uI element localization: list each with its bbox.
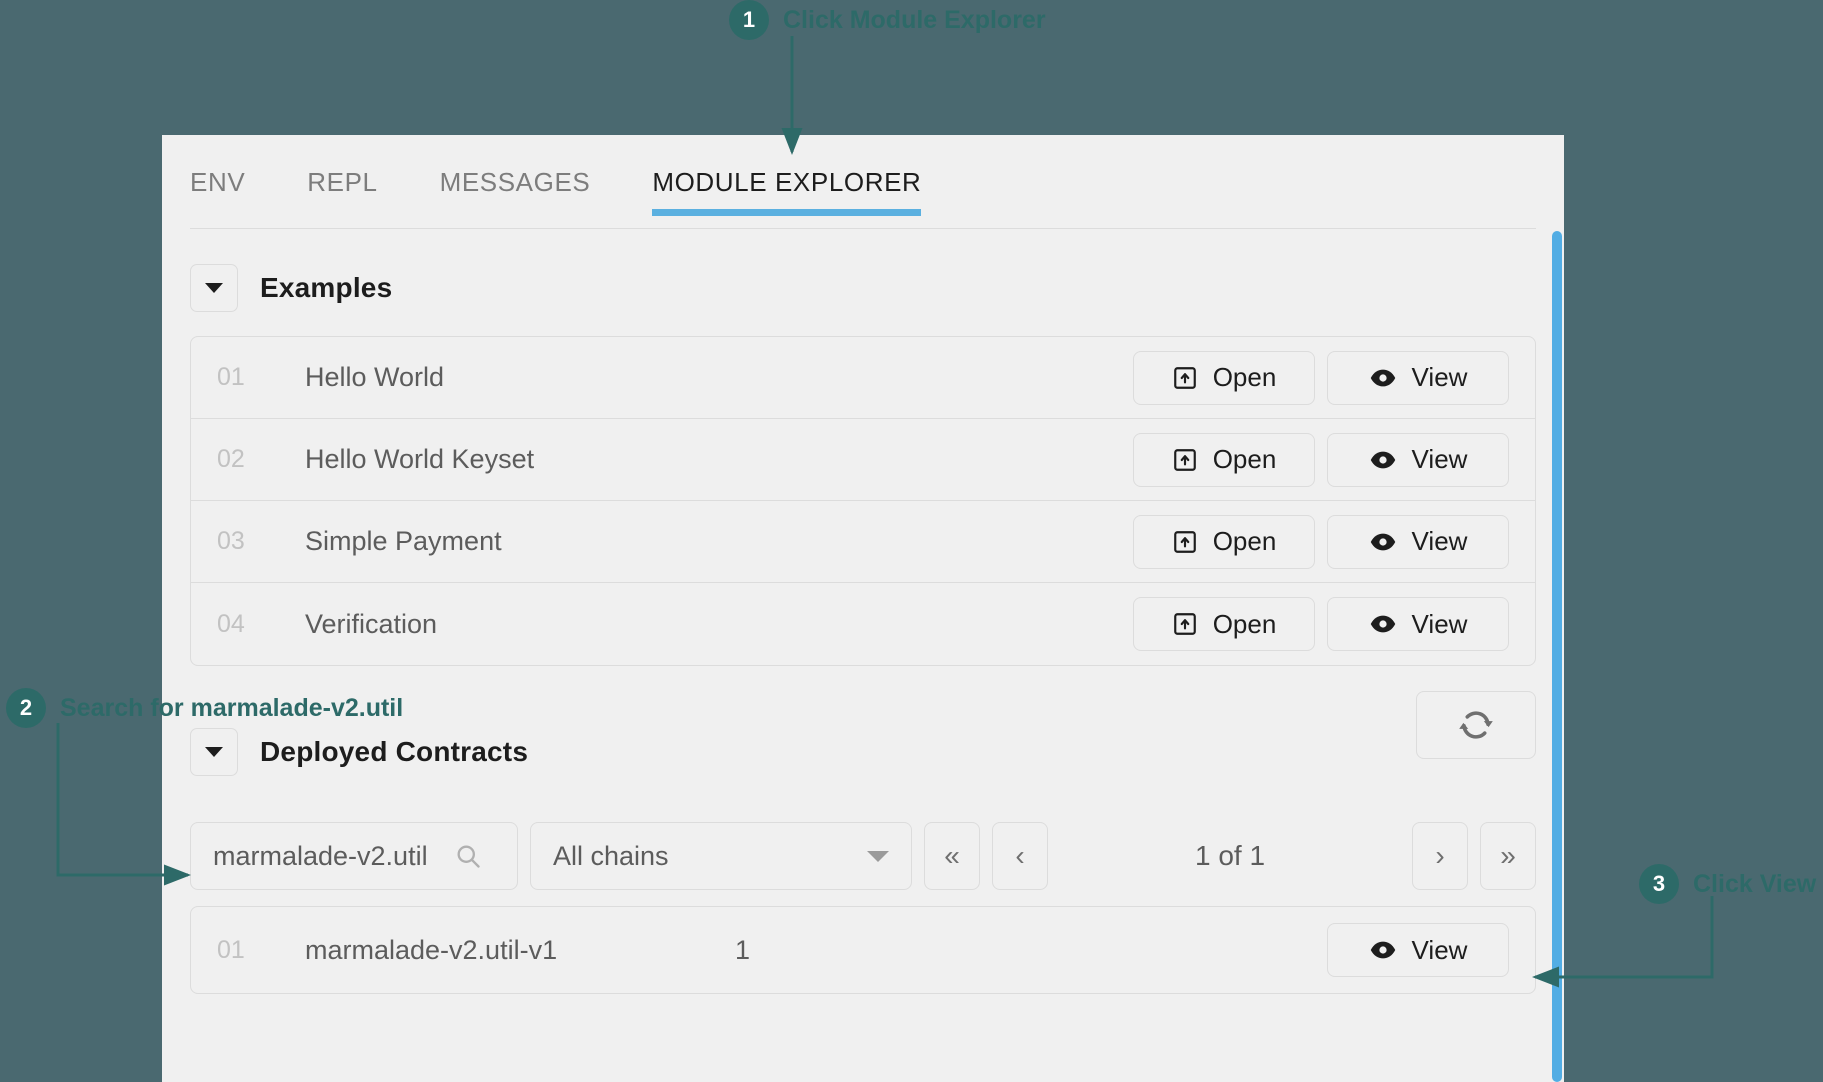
annotation-1-text-bold: Module Explorer	[849, 5, 1046, 34]
refresh-button[interactable]	[1416, 691, 1536, 759]
open-button-label: Open	[1212, 444, 1277, 474]
examples-list: 01 Hello World Open View 02 Hello World …	[190, 336, 1536, 666]
open-button-label: Open	[1212, 526, 1277, 556]
pagination-prev-button[interactable]: ‹	[992, 822, 1048, 890]
annotation-2-text-bold: marmalade-v2.util	[190, 693, 404, 722]
annotation-3-text: Click View	[1693, 870, 1816, 899]
open-button-label: Open	[1212, 608, 1277, 639]
search-field-wrapper	[190, 822, 518, 890]
row-chains: 1	[735, 934, 751, 965]
annotation-3-text-plain: Click	[1693, 869, 1760, 898]
open-external-icon	[1173, 530, 1196, 553]
chevron-down-icon	[205, 283, 223, 293]
open-external-icon	[1173, 613, 1196, 635]
row-index: 01	[217, 935, 245, 964]
view-button-label: View	[1411, 362, 1468, 392]
annotation-2-text: Search for marmalade-v2.util	[60, 694, 403, 723]
annotation-3-text-bold: View	[1759, 869, 1817, 898]
open-button-label: Open	[1212, 362, 1277, 392]
open-button[interactable]: Open	[1133, 597, 1315, 651]
eye-icon	[1370, 615, 1395, 633]
view-button-label: View	[1411, 526, 1468, 556]
deployed-contracts-list: 01 marmalade-v2.util-v1 1 View	[190, 906, 1536, 994]
deployed-contracts-controls: All chains « ‹ 1 of 1 › »	[190, 800, 1536, 906]
vertical-scrollbar[interactable]	[1552, 231, 1562, 1082]
row-actions: View	[1327, 923, 1509, 977]
view-button-label: View	[1411, 444, 1468, 474]
view-button[interactable]: View	[1327, 350, 1509, 405]
eye-icon	[1370, 533, 1395, 550]
row-name: Verification	[305, 608, 438, 639]
chevron-down-icon	[867, 850, 889, 862]
pagination-last-button[interactable]: »	[1480, 822, 1536, 890]
annotation-2: 2 Search for marmalade-v2.util	[6, 688, 403, 728]
table-row: 01 marmalade-v2.util-v1 1 View	[191, 907, 1535, 993]
open-external-icon	[1173, 448, 1196, 471]
view-button-label: View	[1411, 608, 1468, 639]
tab-module-explorer[interactable]: MODULE EXPLORER	[652, 135, 922, 229]
annotation-1-text-plain: Click	[783, 5, 850, 34]
deployed-contracts-section-title: Deployed Contracts	[260, 736, 529, 767]
table-row: 01 Hello World Open View	[191, 337, 1535, 419]
tab-env[interactable]: ENV	[190, 135, 245, 229]
annotation-1-badge: 1	[729, 0, 769, 40]
deployed-contracts-collapse-button[interactable]	[190, 728, 238, 776]
annotation-3-badge: 3	[1639, 864, 1679, 904]
examples-section-title: Examples	[260, 272, 393, 303]
chain-filter-value: All chains	[553, 840, 669, 871]
view-button[interactable]: View	[1327, 597, 1509, 651]
annotation-1-text: Click Module Explorer	[783, 6, 1046, 35]
open-external-icon	[1173, 366, 1196, 389]
deployed-contracts-section-header: Deployed Contracts	[190, 666, 1536, 800]
refresh-icon	[1459, 711, 1493, 739]
examples-collapse-button[interactable]	[190, 264, 238, 312]
annotation-3: 3 Click View	[1639, 864, 1816, 904]
row-index: 04	[217, 609, 245, 638]
view-button[interactable]: View	[1327, 432, 1509, 487]
tab-bar: ENV REPL MESSAGES MODULE EXPLORER	[162, 135, 1564, 229]
row-index: 03	[217, 527, 245, 555]
row-actions: Open View	[1133, 597, 1509, 651]
row-actions: Open View	[1133, 350, 1509, 405]
view-button[interactable]: View	[1327, 514, 1509, 569]
row-index: 02	[217, 445, 245, 473]
row-name: marmalade-v2.util-v1	[305, 934, 558, 965]
table-row: 04 Verification Open View	[191, 583, 1535, 665]
table-row: 02 Hello World Keyset Open View	[191, 419, 1535, 501]
pagination-first-button[interactable]: «	[924, 822, 980, 890]
pagination-next-button[interactable]: ›	[1412, 822, 1468, 890]
scroll-area: Examples 01 Hello World Open View 02 Hel…	[162, 229, 1564, 1082]
eye-icon	[1370, 941, 1395, 959]
chain-filter-select[interactable]: All chains	[530, 822, 912, 890]
eye-icon	[1370, 369, 1395, 386]
view-button-label: View	[1411, 934, 1468, 965]
search-input[interactable]	[190, 822, 518, 890]
annotation-2-text-plain: Search for	[60, 693, 191, 722]
pagination-status: 1 of 1	[1194, 840, 1266, 871]
view-button[interactable]: View	[1327, 923, 1509, 977]
open-button[interactable]: Open	[1133, 350, 1315, 405]
table-row: 03 Simple Payment Open View	[191, 501, 1535, 583]
annotation-2-badge: 2	[6, 688, 46, 728]
eye-icon	[1370, 451, 1395, 468]
open-button[interactable]: Open	[1133, 432, 1315, 487]
row-index: 01	[217, 363, 245, 391]
row-actions: Open View	[1133, 514, 1509, 569]
annotation-1: 1 Click Module Explorer	[729, 0, 1046, 40]
row-name: Hello World Keyset	[305, 444, 535, 474]
row-name: Simple Payment	[305, 526, 502, 556]
tab-repl[interactable]: REPL	[307, 135, 377, 229]
chevron-down-icon	[205, 747, 223, 757]
open-button[interactable]: Open	[1133, 514, 1315, 569]
module-explorer-panel: ENV REPL MESSAGES MODULE EXPLORER Exampl…	[162, 135, 1564, 1082]
row-name: Hello World	[305, 362, 445, 392]
examples-section-header: Examples	[190, 229, 1536, 336]
tab-messages[interactable]: MESSAGES	[440, 135, 591, 229]
row-actions: Open View	[1133, 432, 1509, 487]
